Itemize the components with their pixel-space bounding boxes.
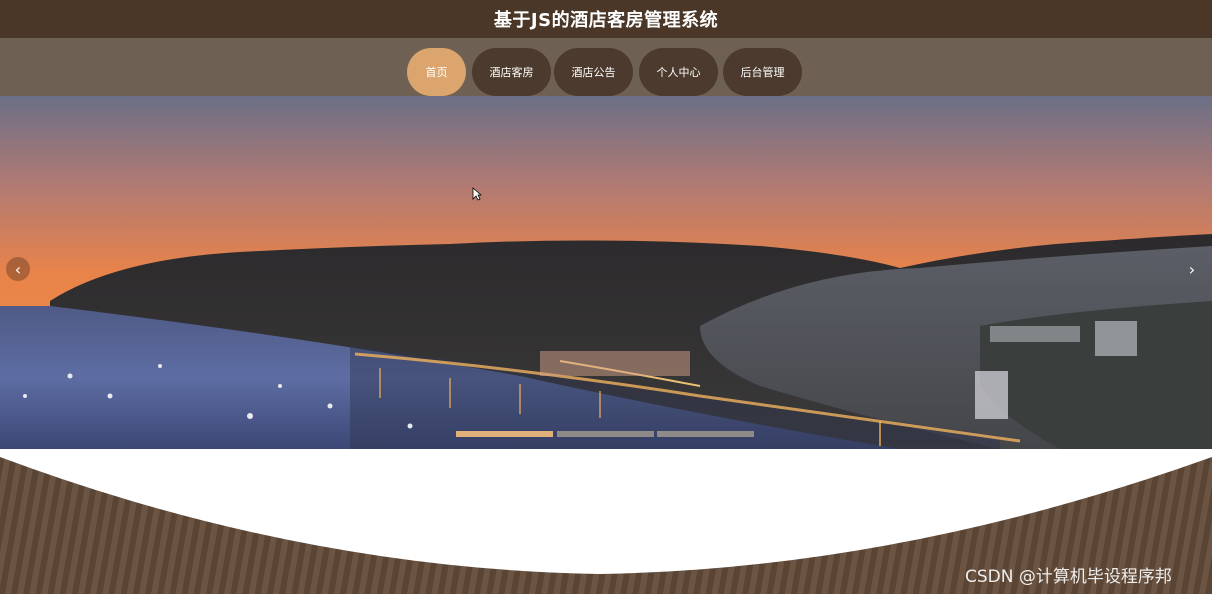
nav-item-admin[interactable]: 后台管理 [723, 48, 802, 96]
carousel-indicator-1[interactable] [456, 431, 553, 437]
chevron-right-icon: › [1188, 259, 1196, 279]
nav-item-rooms[interactable]: 酒店客房 [472, 48, 551, 96]
carousel-indicator-2[interactable] [557, 431, 654, 437]
nav-item-home[interactable]: 首页 [407, 48, 466, 96]
page: 基于JS的酒店客房管理系统 首页 酒店客房 酒店公告 个人中心 后台管理 ‹ ›… [0, 0, 1212, 594]
carousel-prev-button[interactable]: ‹ [6, 257, 30, 281]
nav-item-profile[interactable]: 个人中心 [639, 48, 718, 96]
mouse-cursor-icon [472, 187, 482, 201]
main-nav: 首页 酒店客房 酒店公告 个人中心 后台管理 [0, 38, 1212, 96]
nav-item-notices[interactable]: 酒店公告 [554, 48, 633, 96]
banner-image [0, 96, 1212, 449]
site-header: 基于JS的酒店客房管理系统 [0, 0, 1212, 38]
banner-carousel[interactable]: ‹ › [0, 96, 1212, 449]
chevron-left-icon: ‹ [14, 259, 22, 279]
watermark-text: CSDN @计算机毕设程序邦 [965, 567, 1172, 587]
carousel-next-button[interactable]: › [1180, 257, 1204, 281]
carousel-indicator-3[interactable] [657, 431, 754, 437]
site-title: 基于JS的酒店客房管理系统 [493, 10, 719, 31]
